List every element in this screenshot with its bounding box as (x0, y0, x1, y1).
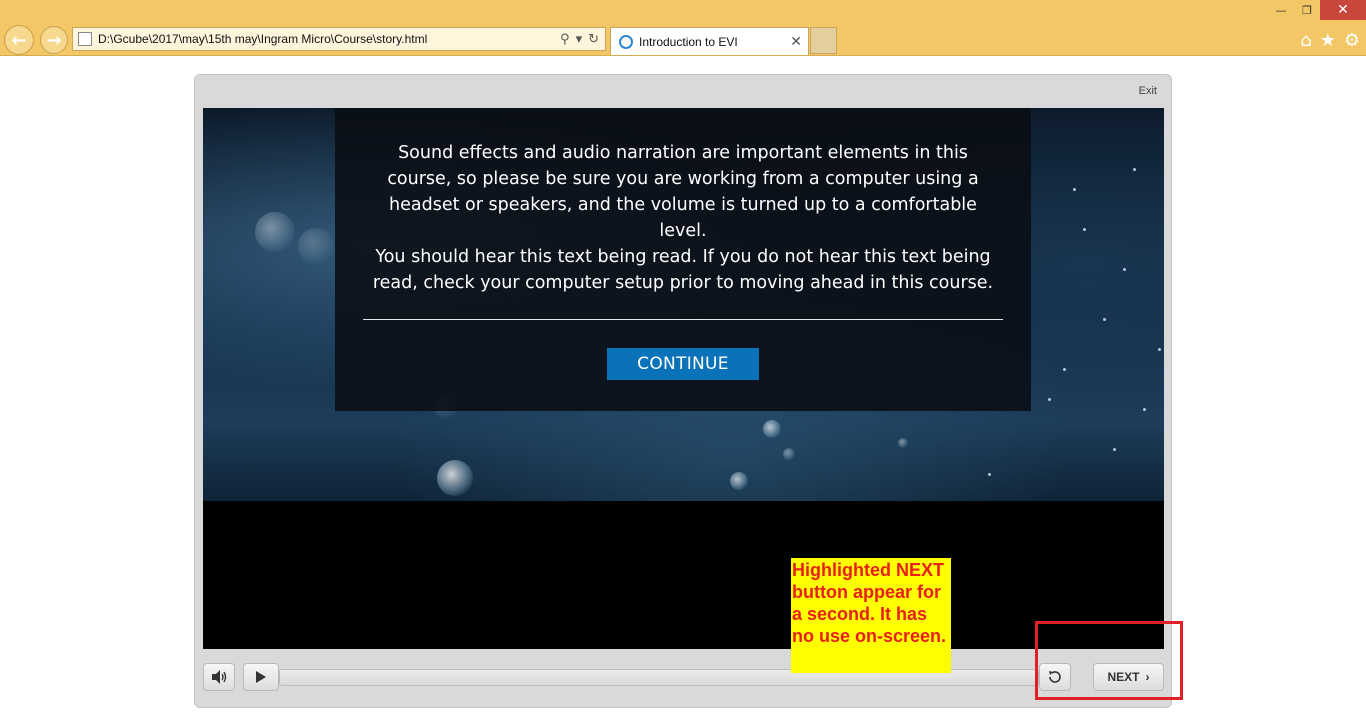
sparkle-dot (1123, 268, 1126, 271)
play-icon (256, 671, 266, 683)
sparkle-dot (1063, 368, 1066, 371)
page-icon (78, 32, 92, 46)
sparkle-dot (1073, 188, 1076, 191)
continue-button[interactable]: CONTINUE (607, 348, 759, 380)
home-icon[interactable]: ⌂ (1300, 30, 1311, 51)
annotation-highlight-box (1035, 621, 1183, 700)
forward-arrow-icon[interactable]: → (40, 26, 68, 54)
audio-check-text: You should hear this text being read. If… (372, 247, 994, 293)
bokeh-bubble (255, 212, 295, 252)
annotation-note: Highlighted NEXT button appear for a sec… (791, 558, 951, 673)
tab-title: Introduction to EVI (639, 34, 738, 49)
instruction-panel: Sound effects and audio narration are im… (335, 108, 1031, 411)
player-controls: NEXT › (203, 663, 1164, 693)
ie-icon (619, 34, 633, 49)
star-icon[interactable]: ★ (1320, 30, 1336, 51)
dropdown-icon[interactable]: ▾ (576, 32, 583, 47)
sparkle-dot (988, 473, 991, 476)
browser-tab[interactable]: Introduction to EVI ✕ (610, 27, 809, 55)
address-text[interactable]: D:\Gcube\2017\may\15th may\Ingram Micro\… (98, 32, 560, 46)
bokeh-bubble (730, 472, 748, 490)
back-arrow-icon[interactable]: ← (4, 25, 34, 55)
audio-instruction-text: Sound effects and audio narration are im… (387, 143, 979, 241)
gear-icon[interactable]: ⚙ (1344, 30, 1360, 51)
browser-chrome: — ❐ ✕ ← → D:\Gcube\2017\may\15th may\Ing… (0, 0, 1366, 56)
slide-stage: Sound effects and audio narration are im… (203, 108, 1164, 649)
search-icon[interactable]: ⚲ (560, 32, 570, 47)
sparkle-dot (1133, 168, 1136, 171)
new-tab-button[interactable] (810, 27, 837, 54)
bokeh-bubble (437, 460, 473, 496)
address-bar[interactable]: D:\Gcube\2017\may\15th may\Ingram Micro\… (72, 27, 606, 51)
play-button[interactable] (243, 663, 279, 691)
sparkle-dot (1048, 398, 1051, 401)
sparkle-dot (1113, 448, 1116, 451)
bokeh-bubble (783, 448, 795, 460)
bokeh-bubble (763, 420, 781, 438)
divider (363, 319, 1003, 320)
volume-icon (212, 670, 227, 684)
bokeh-bubble (298, 228, 334, 264)
sparkle-dot (1083, 228, 1086, 231)
refresh-icon[interactable]: ↻ (588, 32, 599, 47)
exit-link[interactable]: Exit (1139, 85, 1157, 97)
window-close-icon[interactable]: ✕ (1320, 0, 1366, 20)
close-icon[interactable]: ✕ (790, 34, 802, 50)
sparkle-dot (1158, 348, 1161, 351)
minimize-icon[interactable]: — (1268, 0, 1294, 20)
restore-icon[interactable]: ❐ (1294, 0, 1320, 20)
window-controls: — ❐ ✕ (1268, 0, 1366, 20)
bokeh-bubble (898, 438, 908, 448)
volume-button[interactable] (203, 663, 235, 691)
sparkle-dot (1103, 318, 1106, 321)
course-player: Exit Sound effects and audio narration a… (194, 74, 1172, 708)
sparkle-dot (1143, 408, 1146, 411)
